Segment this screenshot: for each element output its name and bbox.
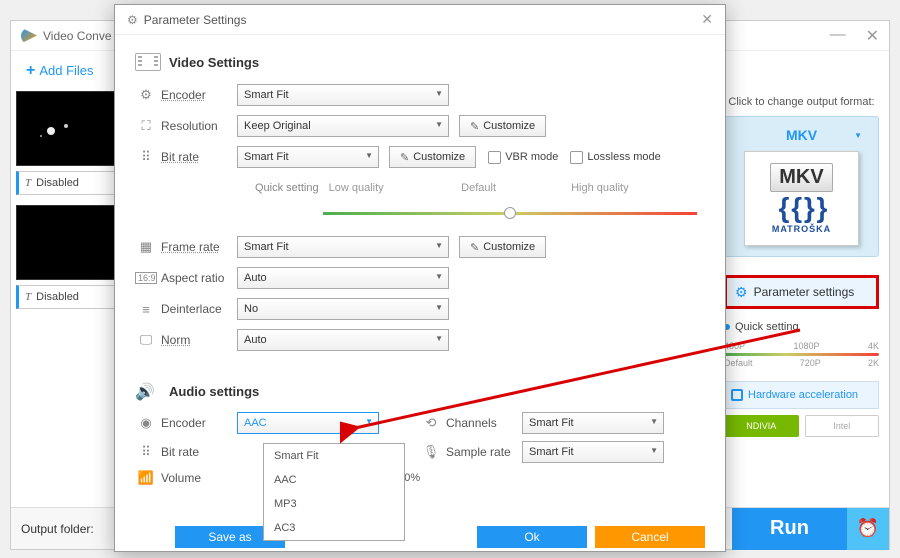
parameter-settings-button[interactable]: ⚙ Parameter settings	[724, 275, 879, 309]
deinterlace-label: Deinterlace	[161, 302, 237, 316]
pencil-icon: ✎	[470, 241, 479, 254]
dropdown-option[interactable]: Smart Fit	[264, 444, 404, 468]
dropdown-option[interactable]: AC3	[264, 516, 404, 540]
quick-setting-label: Quick setting	[255, 182, 319, 194]
audio-bitrate-label: Bit rate	[161, 445, 237, 459]
quick-setting-label: Quick setting	[724, 321, 879, 333]
alarm-icon[interactable]: ⏰	[847, 508, 889, 550]
speaker-icon	[135, 382, 161, 400]
encoder-label: Encoder	[161, 88, 237, 102]
resolution-select[interactable]: Keep Original	[237, 115, 449, 137]
cancel-button[interactable]: Cancel	[595, 526, 705, 548]
run-button[interactable]: Run	[732, 508, 847, 550]
pencil-icon: ✎	[400, 151, 409, 164]
samplerate-icon: 🎙	[420, 444, 442, 460]
parameter-settings-modal: ⚙ Parameter Settings ✕ Video Settings ⚙ …	[114, 4, 726, 552]
pencil-icon: ✎	[470, 120, 479, 133]
video-bitrate-select[interactable]: Smart Fit	[237, 146, 379, 168]
disabled-tag[interactable]: Disabled	[16, 285, 116, 309]
volume-label: Volume	[161, 471, 237, 485]
resolution-icon: ⛶	[135, 118, 157, 134]
encoder-icon: ⚙	[135, 87, 157, 103]
quality-slider[interactable]	[323, 212, 697, 215]
video-encoder-select[interactable]: Smart Fit	[237, 84, 449, 106]
audio-encoder-dropdown: Smart Fit AAC MP3 AC3	[263, 443, 405, 541]
deinterlace-select[interactable]: No	[237, 298, 449, 320]
video-settings-heading: Video Settings	[135, 53, 705, 71]
minimize-icon[interactable]: —	[830, 26, 846, 46]
audio-bitrate-icon: ⠿	[135, 444, 157, 460]
right-sidebar: Click to change output format: MKV MKV {…	[724, 96, 879, 437]
audio-encoder-select[interactable]: AAC	[237, 412, 379, 434]
audio-settings-heading: Audio settings	[135, 382, 705, 400]
modal-title: Parameter Settings	[144, 13, 247, 27]
modal-header: ⚙ Parameter Settings ✕	[115, 5, 725, 35]
channels-select[interactable]: Smart Fit	[522, 412, 664, 434]
intel-badge[interactable]: Intel	[805, 415, 880, 437]
aspect-icon: 16:9	[135, 272, 157, 284]
resolution-label: Resolution	[161, 119, 237, 133]
format-name: MKV	[731, 123, 872, 147]
hardware-acceleration-button[interactable]: Hardware acceleration	[724, 381, 879, 409]
video-thumbnail[interactable]	[16, 205, 116, 280]
aspect-select[interactable]: Auto	[237, 267, 449, 289]
lossless-checkbox[interactable]: Lossless mode	[570, 151, 660, 164]
bitrate-icon: ⠿	[135, 149, 157, 165]
channels-icon: ⟲	[420, 415, 442, 431]
add-files-button[interactable]: +Add Files	[26, 62, 94, 80]
close-icon[interactable]: ✕	[866, 26, 879, 46]
deinterlace-icon: ≡	[135, 302, 157, 317]
norm-label: Norm	[161, 333, 237, 347]
vbr-checkbox[interactable]: VBR mode	[488, 151, 558, 164]
nvidia-badge[interactable]: NDIVIA	[724, 415, 799, 437]
gear-icon: ⚙	[127, 13, 138, 27]
samplerate-label: Sample rate	[446, 445, 522, 459]
dropdown-option[interactable]: MP3	[264, 492, 404, 516]
app-logo-icon	[21, 28, 37, 44]
customize-button[interactable]: ✎Customize	[389, 146, 476, 168]
customize-button[interactable]: ✎Customize	[459, 236, 546, 258]
sliders-icon: ⚙	[735, 284, 748, 301]
ok-button[interactable]: Ok	[477, 526, 587, 548]
format-preview: MKV { { } } MATROŠKA	[744, 151, 859, 246]
audio-encoder-icon: ◉	[135, 415, 157, 431]
plus-icon: +	[26, 62, 35, 79]
file-list: Disabled Disabled	[11, 91, 121, 511]
aspect-label: Aspect ratio	[161, 271, 237, 285]
chip-icon	[731, 389, 743, 401]
samplerate-select[interactable]: Smart Fit	[522, 441, 664, 463]
quality-slider[interactable]	[724, 353, 879, 356]
customize-button[interactable]: ✎Customize	[459, 115, 546, 137]
framerate-select[interactable]: Smart Fit	[237, 236, 449, 258]
framerate-label: Frame rate	[161, 240, 237, 254]
close-icon[interactable]: ✕	[701, 11, 713, 28]
volume-icon: 📶	[135, 470, 157, 486]
video-thumbnail[interactable]	[16, 91, 116, 166]
app-title: Video Conve	[43, 29, 112, 43]
output-folder-label: Output folder:	[11, 522, 104, 536]
modal-footer: Save as Ok Cancel	[115, 523, 725, 551]
output-format-box[interactable]: MKV MKV { { } } MATROŠKA	[724, 116, 879, 257]
disabled-tag[interactable]: Disabled	[16, 171, 116, 195]
framerate-icon: ▦	[135, 239, 157, 255]
film-icon	[135, 53, 161, 71]
norm-icon: 🖵	[135, 332, 157, 348]
bitrate-label: Bit rate	[161, 150, 237, 164]
audio-encoder-label: Encoder	[161, 416, 237, 430]
channels-label: Channels	[446, 416, 522, 430]
norm-select[interactable]: Auto	[237, 329, 449, 351]
dropdown-option[interactable]: AAC	[264, 468, 404, 492]
output-format-label: Click to change output format:	[724, 96, 879, 108]
